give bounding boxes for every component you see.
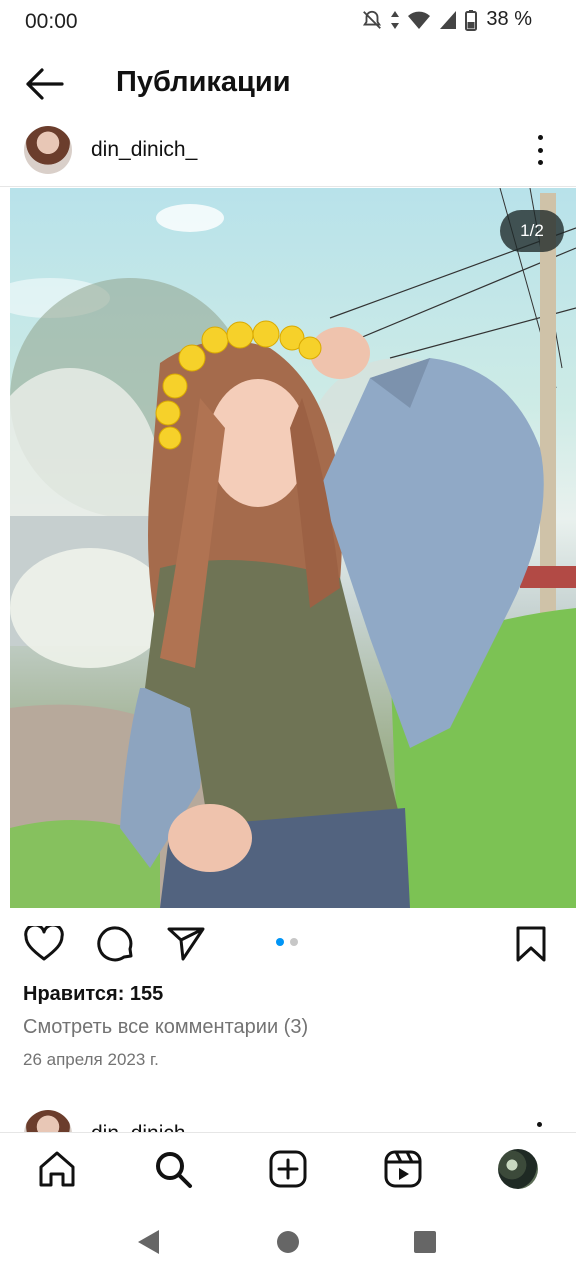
status-icons: 38 % bbox=[361, 8, 532, 31]
plus-square-icon bbox=[269, 1150, 307, 1188]
carousel-dot-active bbox=[276, 938, 284, 946]
heart-icon bbox=[24, 926, 64, 961]
post-image[interactable]: 1/2 bbox=[10, 188, 576, 908]
more-options-button[interactable] bbox=[530, 132, 550, 168]
username[interactable]: din_dinich_ bbox=[91, 1122, 197, 1132]
likes-count[interactable]: Нравится: 155 bbox=[23, 983, 163, 1006]
signal-icon bbox=[440, 10, 457, 29]
avatar bbox=[498, 1149, 538, 1189]
post-actions bbox=[0, 920, 576, 970]
post-date: 26 апреля 2023 г. bbox=[23, 1050, 159, 1069]
username[interactable]: din_dinich_ bbox=[91, 138, 197, 162]
like-button[interactable] bbox=[22, 922, 66, 966]
nav-create[interactable] bbox=[266, 1147, 310, 1191]
system-nav-bar bbox=[0, 1204, 576, 1280]
more-vertical-icon bbox=[537, 135, 543, 140]
page-title: Публикации bbox=[116, 66, 291, 98]
nav-search[interactable] bbox=[151, 1147, 195, 1191]
more-vertical-icon[interactable] bbox=[537, 1122, 542, 1127]
send-icon bbox=[167, 927, 205, 961]
search-icon bbox=[156, 1152, 192, 1188]
square-recents-icon bbox=[414, 1231, 436, 1253]
circle-home-icon bbox=[277, 1231, 299, 1253]
system-back-button[interactable] bbox=[134, 1228, 162, 1256]
photo-illustration bbox=[10, 188, 576, 908]
comment-icon bbox=[97, 926, 133, 962]
page-header: Публикации bbox=[0, 50, 576, 116]
dnd-off-icon bbox=[363, 10, 382, 29]
carousel-dot bbox=[290, 938, 298, 946]
view-comments-link[interactable]: Смотреть все комментарии (3) bbox=[23, 1016, 308, 1039]
comment-button[interactable] bbox=[94, 922, 138, 966]
carousel-indicator bbox=[276, 938, 298, 946]
battery-icon bbox=[465, 9, 478, 31]
next-post-header: din_dinich_ bbox=[0, 1100, 576, 1132]
carousel-counter: 1/2 bbox=[500, 210, 564, 252]
share-button[interactable] bbox=[164, 922, 208, 966]
status-time: 00:00 bbox=[25, 10, 78, 33]
data-arrows-icon bbox=[391, 10, 400, 29]
bottom-nav bbox=[0, 1132, 576, 1205]
divider bbox=[0, 186, 576, 187]
back-button[interactable] bbox=[22, 64, 66, 104]
triangle-back-icon bbox=[138, 1230, 159, 1254]
bookmark-icon bbox=[516, 926, 546, 962]
arrow-left-icon bbox=[26, 68, 64, 100]
wifi-icon bbox=[408, 11, 431, 29]
avatar[interactable] bbox=[24, 1110, 72, 1132]
battery-percent: 38 % bbox=[486, 8, 532, 30]
nav-reels[interactable] bbox=[381, 1147, 425, 1191]
save-button[interactable] bbox=[509, 922, 553, 966]
nav-home[interactable] bbox=[35, 1147, 79, 1191]
avatar[interactable] bbox=[24, 126, 72, 174]
home-icon bbox=[39, 1151, 75, 1187]
post-header: din_dinich_ bbox=[0, 122, 576, 178]
status-bar: 00:00 38 % bbox=[0, 0, 576, 44]
nav-profile[interactable] bbox=[496, 1147, 540, 1191]
system-home-button[interactable] bbox=[274, 1228, 302, 1256]
reels-icon bbox=[384, 1150, 422, 1188]
system-recents-button[interactable] bbox=[411, 1228, 439, 1256]
